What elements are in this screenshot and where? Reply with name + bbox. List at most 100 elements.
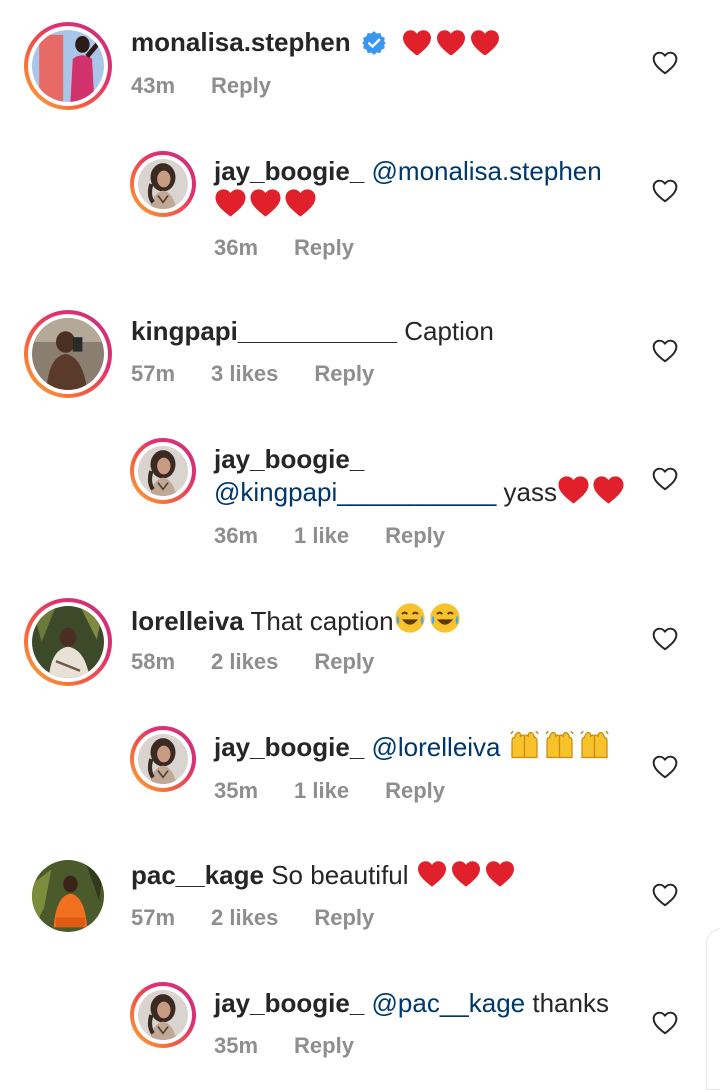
username[interactable]: jay_boogie_ <box>214 988 364 1018</box>
reply-item: jay_boogie_ @kingpapi___________ yass 36… <box>0 428 720 576</box>
avatar[interactable] <box>130 726 196 792</box>
comment-text: lorelleiva That caption <box>131 602 462 642</box>
overlay-panel-edge <box>706 928 720 1090</box>
avatar-photo <box>32 860 104 932</box>
heart-outline-icon <box>652 883 678 907</box>
like-count[interactable]: 3 likes <box>211 361 278 386</box>
comment-meta: 58m 2 likes Reply <box>131 648 410 676</box>
reply-item: jay_boogie_ @pac__kage thanks 35m Reply <box>0 968 720 1074</box>
reply-button[interactable]: Reply <box>314 649 374 674</box>
like-button[interactable] <box>652 883 678 907</box>
like-button[interactable] <box>652 179 678 203</box>
like-button[interactable] <box>652 627 678 651</box>
avatar[interactable] <box>24 598 112 686</box>
laughing-emoji <box>393 602 462 642</box>
comment-username-line: jay_boogie_ <box>214 442 364 476</box>
avatar-photo <box>138 159 188 209</box>
comment-item: pac__kage So beautiful 57m 2 likes Reply <box>0 836 720 968</box>
avatar[interactable] <box>24 22 112 110</box>
comment-text: @kingpapi___________ yass <box>214 475 625 513</box>
reply-button[interactable]: Reply <box>314 361 374 386</box>
heart-emoji <box>214 188 318 226</box>
timestamp: 35m <box>214 1033 259 1058</box>
avatar[interactable] <box>24 310 112 398</box>
comment-body: So beautiful <box>271 860 409 890</box>
comment-body: thanks <box>532 988 609 1018</box>
comment-text: pac__kage So beautiful <box>131 858 518 896</box>
heart-outline-icon <box>652 467 678 491</box>
comment-text: kingpapi___________ Caption <box>131 314 494 348</box>
heart-outline-icon <box>652 755 678 779</box>
comment-emoji-line <box>214 188 318 226</box>
username[interactable]: monalisa.stephen <box>131 27 351 57</box>
avatar[interactable] <box>130 438 196 504</box>
mention-link[interactable]: @monalisa.stephen <box>372 156 602 186</box>
comment-meta: 35m Reply <box>214 1032 390 1060</box>
comment-text: jay_boogie_ @pac__kage thanks <box>214 986 609 1020</box>
heart-outline-icon <box>652 627 678 651</box>
like-button[interactable] <box>652 755 678 779</box>
reply-button[interactable]: Reply <box>314 905 374 930</box>
comment-meta: 36m Reply <box>214 234 390 262</box>
username[interactable]: pac__kage <box>131 860 264 890</box>
heart-outline-icon <box>652 51 678 75</box>
heart-emoji <box>401 27 503 63</box>
reply-item: jay_boogie_ @monalisa.stephen 36m Reply <box>0 140 720 288</box>
heart-outline-icon <box>652 339 678 363</box>
avatar-photo <box>32 30 104 102</box>
comment-body: That caption <box>250 606 394 636</box>
timestamp: 57m <box>131 905 176 930</box>
reply-button[interactable]: Reply <box>294 1033 354 1058</box>
reply-button[interactable]: Reply <box>385 778 445 803</box>
comment-meta: 57m 2 likes Reply <box>131 904 410 932</box>
comment-meta: 57m 3 likes Reply <box>131 360 410 388</box>
mention-link[interactable]: @pac__kage <box>372 988 526 1018</box>
mention-link[interactable]: @lorelleiva <box>372 732 501 762</box>
like-button[interactable] <box>652 1011 678 1035</box>
avatar-photo <box>138 446 188 496</box>
avatar[interactable] <box>32 860 104 932</box>
mention-link[interactable]: @kingpapi___________ <box>214 477 496 507</box>
timestamp: 43m <box>131 73 176 98</box>
comment-item: kingpapi___________ Caption 57m 3 likes Re… <box>0 288 720 428</box>
timestamp: 36m <box>214 235 259 260</box>
comment-text: jay_boogie_ @monalisa.stephen <box>214 154 602 188</box>
timestamp: 58m <box>131 649 176 674</box>
username[interactable]: jay_boogie_ <box>214 732 364 762</box>
reply-item: jay_boogie_ @lorelleiva 35m 1 like Reply <box>0 716 720 836</box>
comment-meta: 43m Reply <box>131 72 307 100</box>
like-button[interactable] <box>652 467 678 491</box>
heart-emoji <box>557 475 625 513</box>
username[interactable]: kingpapi___________ <box>131 316 397 346</box>
reply-button[interactable]: Reply <box>211 73 271 98</box>
like-count[interactable]: 2 likes <box>211 649 278 674</box>
reply-button[interactable]: Reply <box>294 235 354 260</box>
like-count[interactable]: 2 likes <box>211 905 278 930</box>
avatar[interactable] <box>130 151 196 217</box>
reply-button[interactable]: Reply <box>385 523 445 548</box>
heart-outline-icon <box>652 179 678 203</box>
timestamp: 57m <box>131 361 176 386</box>
comment-item: lorelleiva That caption 58m 2 likes Reply <box>0 576 720 716</box>
avatar[interactable] <box>130 982 196 1048</box>
like-button[interactable] <box>652 51 678 75</box>
heart-outline-icon <box>652 1011 678 1035</box>
username[interactable]: lorelleiva <box>131 606 244 636</box>
like-count[interactable]: 1 like <box>294 778 349 803</box>
comment-meta: 35m 1 like Reply <box>214 777 481 805</box>
heart-emoji <box>416 860 518 896</box>
like-button[interactable] <box>652 339 678 363</box>
raising-hands-emoji <box>508 730 612 768</box>
comment-body: yass <box>503 477 558 507</box>
username[interactable]: jay_boogie_ <box>214 156 364 186</box>
comment-body: Caption <box>404 316 494 346</box>
comment-text: monalisa.stephen <box>131 25 503 63</box>
avatar-photo <box>32 318 104 390</box>
comment-text: jay_boogie_ @lorelleiva <box>214 730 612 768</box>
timestamp: 36m <box>214 523 259 548</box>
comment-item: monalisa.stephen 43m Reply <box>0 0 720 140</box>
like-count[interactable]: 1 like <box>294 523 349 548</box>
comment-meta: 36m 1 like Reply <box>214 522 481 550</box>
avatar-photo <box>138 990 188 1040</box>
username[interactable]: jay_boogie_ <box>214 444 364 474</box>
